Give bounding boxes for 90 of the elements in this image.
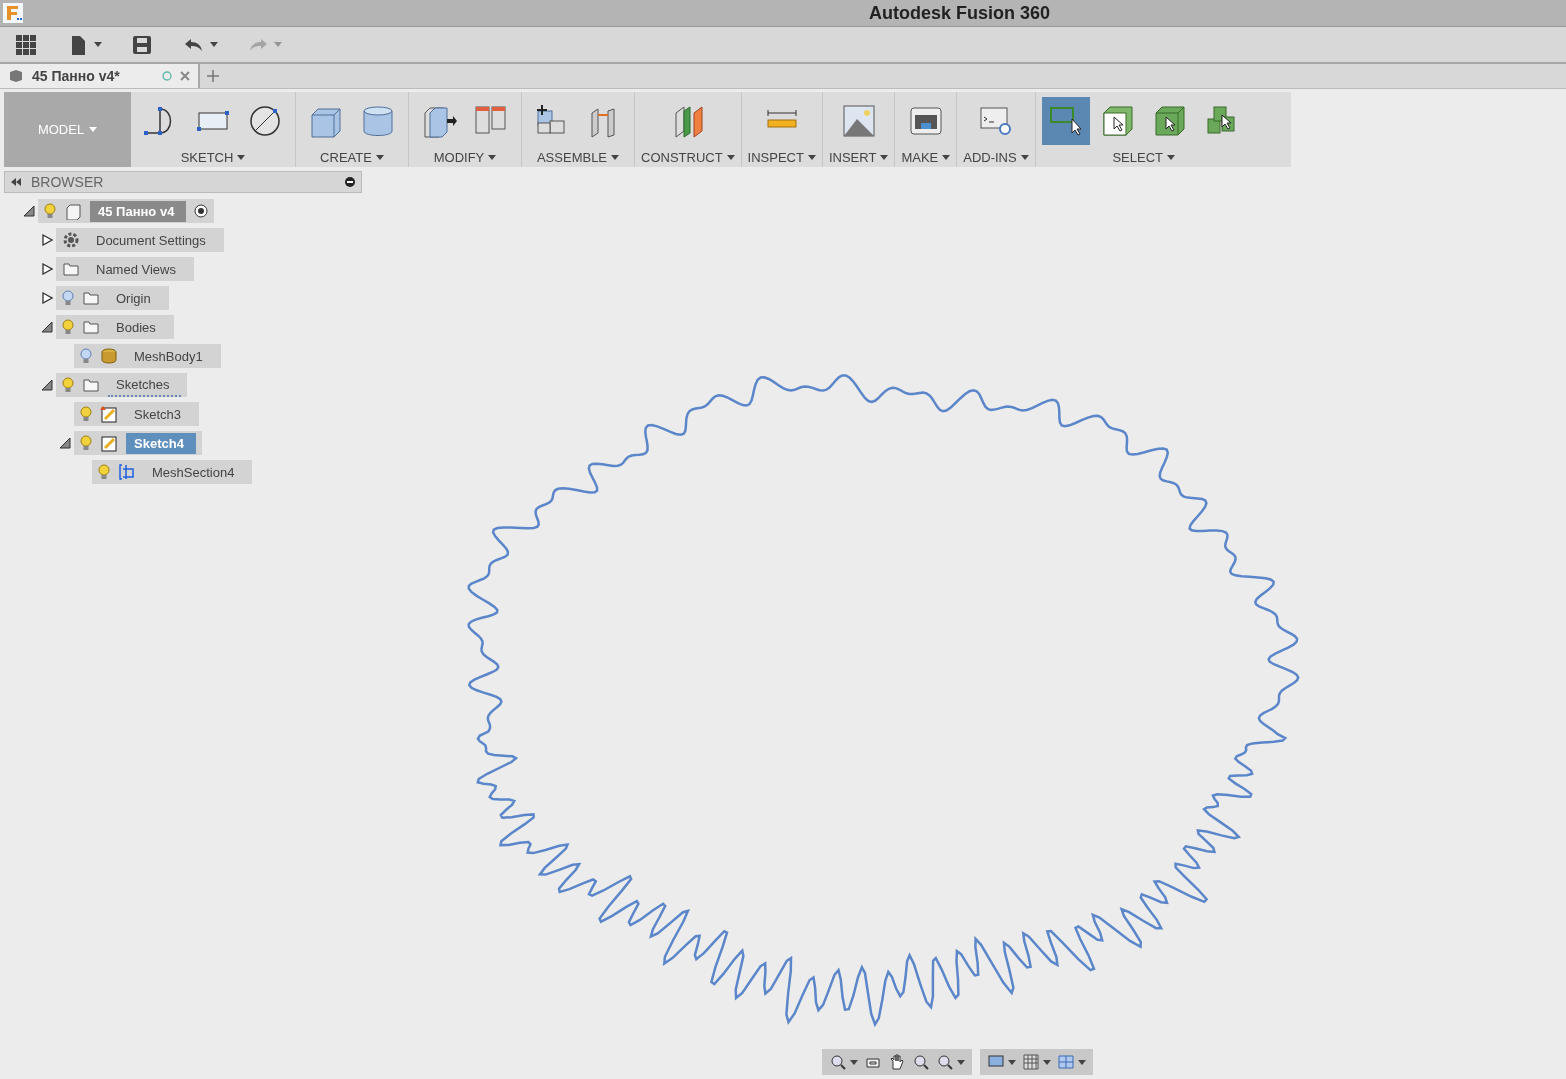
browser-node[interactable]: Bodies	[56, 315, 174, 339]
collapsed-triangle-icon[interactable]	[41, 292, 53, 304]
node-label: Sketch4	[126, 432, 196, 454]
mesh-section-icon	[118, 463, 136, 481]
app-logo-icon	[3, 3, 23, 23]
nav-button[interactable]	[1057, 1053, 1086, 1071]
apps-grid-icon	[14, 32, 38, 57]
minimize-icon[interactable]	[345, 177, 355, 187]
caret-icon	[274, 42, 282, 47]
node-label: Document Settings	[95, 231, 207, 250]
caret-icon	[880, 155, 889, 160]
close-icon[interactable]	[180, 71, 190, 81]
caret-icon	[1020, 155, 1029, 160]
node-label: Sketches	[108, 373, 182, 397]
circle-icon	[247, 103, 283, 139]
activate-radio-icon[interactable]	[194, 204, 209, 218]
zoom-icon	[912, 1053, 930, 1071]
node-label: Sketch3	[133, 405, 182, 424]
node-label: Bodies	[115, 318, 157, 337]
browser-node[interactable]: Document Settings	[56, 228, 224, 252]
window-title: Autodesk Fusion 360	[867, 2, 1051, 24]
ribbon-group-menu[interactable]: ASSEMBLE	[536, 146, 620, 165]
zoom-window-icon	[936, 1053, 954, 1071]
ribbon-group-menu[interactable]: CREATE	[320, 146, 384, 165]
caret-icon	[611, 155, 620, 160]
caret-icon	[942, 155, 951, 160]
component-cube-icon	[8, 68, 24, 84]
document-tab[interactable]: 45 Панно v4*	[0, 64, 200, 88]
folder-icon	[82, 289, 100, 307]
expanded-triangle-icon[interactable]	[41, 379, 53, 391]
ribbon-group-menu[interactable]: SELECT	[1112, 146, 1175, 165]
ribbon-group-menu[interactable]: ADD-INS	[963, 146, 1029, 165]
caret-icon	[94, 42, 102, 47]
folder-icon	[82, 376, 100, 394]
nav-button[interactable]	[1022, 1053, 1051, 1071]
nav-button[interactable]	[936, 1053, 965, 1071]
ribbon-group-menu[interactable]: INSERT	[828, 146, 889, 165]
caret-icon	[89, 127, 98, 132]
browser-title: BROWSER	[31, 174, 105, 190]
nav-button[interactable]	[829, 1053, 858, 1071]
ribbon-group-menu[interactable]: MODIFY	[433, 146, 497, 165]
ribbon-group-menu[interactable]: SKETCH	[180, 146, 246, 165]
collapsed-triangle-icon[interactable]	[41, 234, 53, 246]
caret-icon	[1166, 155, 1175, 160]
caret-icon	[375, 155, 384, 160]
sketch-warning-icon	[100, 405, 118, 423]
add-tab-icon[interactable]	[206, 69, 220, 83]
expanded-triangle-icon[interactable]	[23, 205, 35, 217]
component-cube-icon	[64, 202, 82, 220]
caret-icon	[726, 155, 735, 160]
ribbon-group-menu[interactable]: CONSTRUCT	[641, 146, 735, 165]
browser-node[interactable]: Named Views	[56, 257, 194, 281]
caret-icon	[210, 42, 218, 47]
expanded-triangle-icon[interactable]	[41, 321, 53, 333]
caret-icon	[237, 155, 246, 160]
caret-icon	[957, 1059, 965, 1065]
cylinder-icon	[360, 103, 396, 139]
caret-icon	[1008, 1059, 1016, 1065]
grid-icon	[1022, 1053, 1040, 1071]
collapsed-triangle-icon[interactable]	[41, 263, 53, 275]
collapse-arrows-icon[interactable]	[11, 178, 21, 186]
status-circle-icon	[162, 71, 172, 81]
node-label: 45 Панно v4	[90, 200, 187, 222]
node-label: MeshSection4	[151, 463, 236, 482]
ribbon-group-menu[interactable]: INSPECT	[747, 146, 816, 165]
nav-button[interactable]	[888, 1053, 906, 1071]
ribbon-group-menu[interactable]: MAKE	[901, 146, 951, 165]
pan-icon	[888, 1053, 906, 1071]
caret-icon	[1043, 1059, 1051, 1065]
browser-node[interactable]: MeshSection4	[92, 460, 253, 484]
picture-icon	[840, 103, 877, 139]
browser-node[interactable]: Origin	[56, 286, 169, 310]
caret-icon	[1078, 1059, 1086, 1065]
node-label: Named Views	[95, 260, 177, 279]
browser-node[interactable]: Sketches	[56, 373, 188, 397]
expanded-triangle-icon[interactable]	[59, 437, 71, 449]
caret-icon	[488, 155, 497, 160]
mesh-body-icon	[100, 347, 118, 365]
caret-icon	[807, 155, 816, 160]
settings-icon	[62, 231, 80, 249]
sketch-icon	[100, 434, 118, 452]
node-label: Origin	[115, 289, 152, 308]
folder-icon	[62, 260, 80, 278]
folder-icon	[82, 318, 100, 336]
caret-icon	[850, 1059, 858, 1065]
node-label: MeshBody1	[133, 347, 204, 366]
nav-button[interactable]	[912, 1053, 930, 1071]
browser-node[interactable]: Sketch3	[74, 402, 199, 426]
browser-node[interactable]: MeshBody1	[74, 344, 221, 368]
viewports-icon	[1057, 1053, 1075, 1071]
